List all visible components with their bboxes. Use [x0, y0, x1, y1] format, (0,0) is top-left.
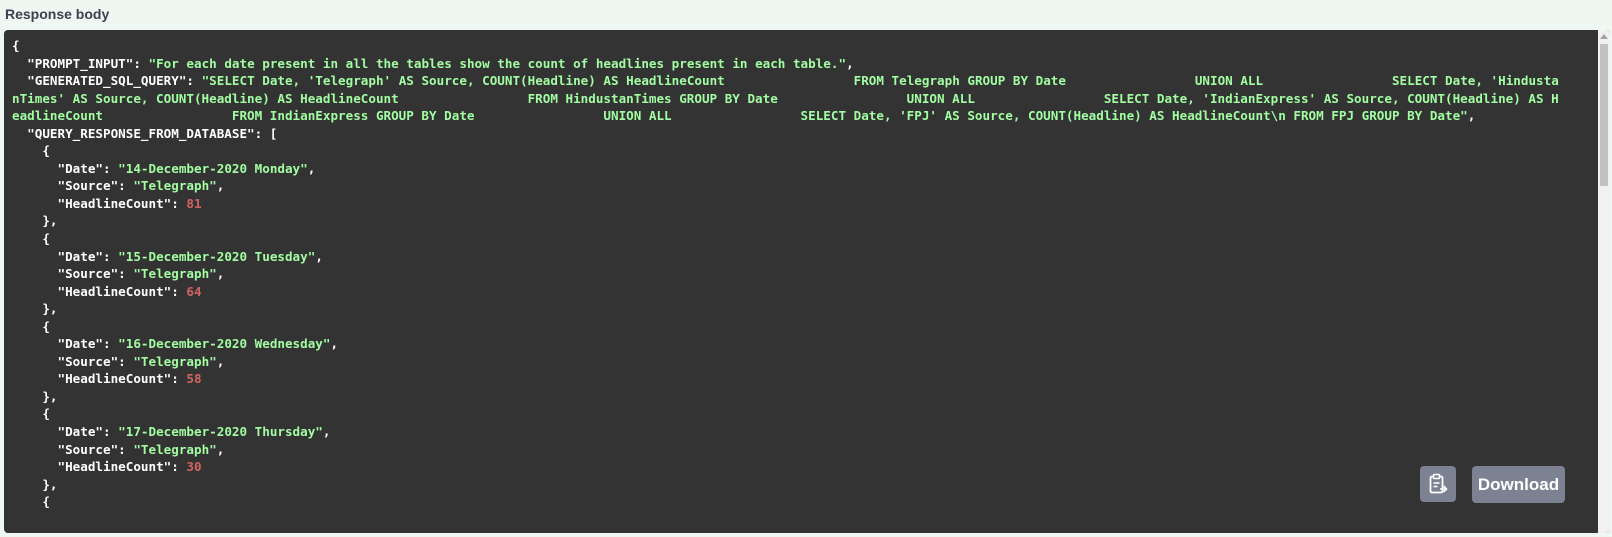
- json-value-source: "Telegraph": [133, 266, 217, 282]
- json-key-prompt-input: "PROMPT_INPUT": [27, 55, 134, 71]
- json-key-date: "Date": [57, 424, 104, 440]
- response-body-panel: { "PROMPT_INPUT": "For each date present…: [4, 30, 1610, 533]
- json-key-source: "Source": [57, 441, 119, 457]
- json-value-headline-count: 58: [186, 371, 202, 387]
- json-key-source: "Source": [57, 266, 119, 282]
- json-key-query-response: "QUERY_RESPONSE_FROM_DATABASE": [27, 125, 255, 141]
- json-value-headline-count: 81: [186, 195, 202, 211]
- json-key-date: "Date": [57, 336, 104, 352]
- scrollbar-thumb[interactable]: [1600, 44, 1608, 186]
- response-json-code: { "PROMPT_INPUT": "For each date present…: [12, 38, 1559, 510]
- json-key-headline-count: "HeadlineCount": [57, 283, 172, 299]
- json-value-date: "17-December-2020 Thursday": [118, 424, 323, 440]
- json-value-date: "16-December-2020 Wednesday": [118, 336, 331, 352]
- json-key-date: "Date": [57, 160, 104, 176]
- json-value-headline-count: 64: [186, 283, 202, 299]
- json-value-source: "Telegraph": [133, 353, 217, 369]
- json-key-headline-count: "HeadlineCount": [57, 459, 172, 475]
- download-button[interactable]: Download: [1472, 466, 1565, 503]
- json-value-headline-count: 30: [186, 459, 202, 475]
- copy-to-clipboard-button[interactable]: [1420, 466, 1456, 502]
- json-key-date: "Date": [57, 248, 104, 264]
- json-value-source: "Telegraph": [133, 441, 217, 457]
- json-value-generated-sql-query: "SELECT Date, 'Telegraph' AS Source, COU…: [12, 73, 1559, 124]
- json-key-headline-count: "HeadlineCount": [57, 195, 172, 211]
- json-key-generated-sql-query: "GENERATED_SQL_QUERY": [27, 73, 187, 89]
- json-value-source: "Telegraph": [133, 178, 217, 194]
- scroll-up-arrow-icon[interactable]: [1600, 34, 1608, 39]
- json-key-source: "Source": [57, 178, 119, 194]
- json-value-date: "14-December-2020 Monday": [118, 160, 308, 176]
- clipboard-copy-icon: [1429, 473, 1448, 494]
- json-key-headline-count: "HeadlineCount": [57, 371, 172, 387]
- vertical-scrollbar[interactable]: [1598, 30, 1610, 533]
- response-body-label: Response body: [5, 6, 110, 22]
- json-value-date: "15-December-2020 Tuesday": [118, 248, 316, 264]
- json-value-prompt-input: "For each date present in all the tables…: [148, 55, 847, 71]
- json-key-source: "Source": [57, 353, 119, 369]
